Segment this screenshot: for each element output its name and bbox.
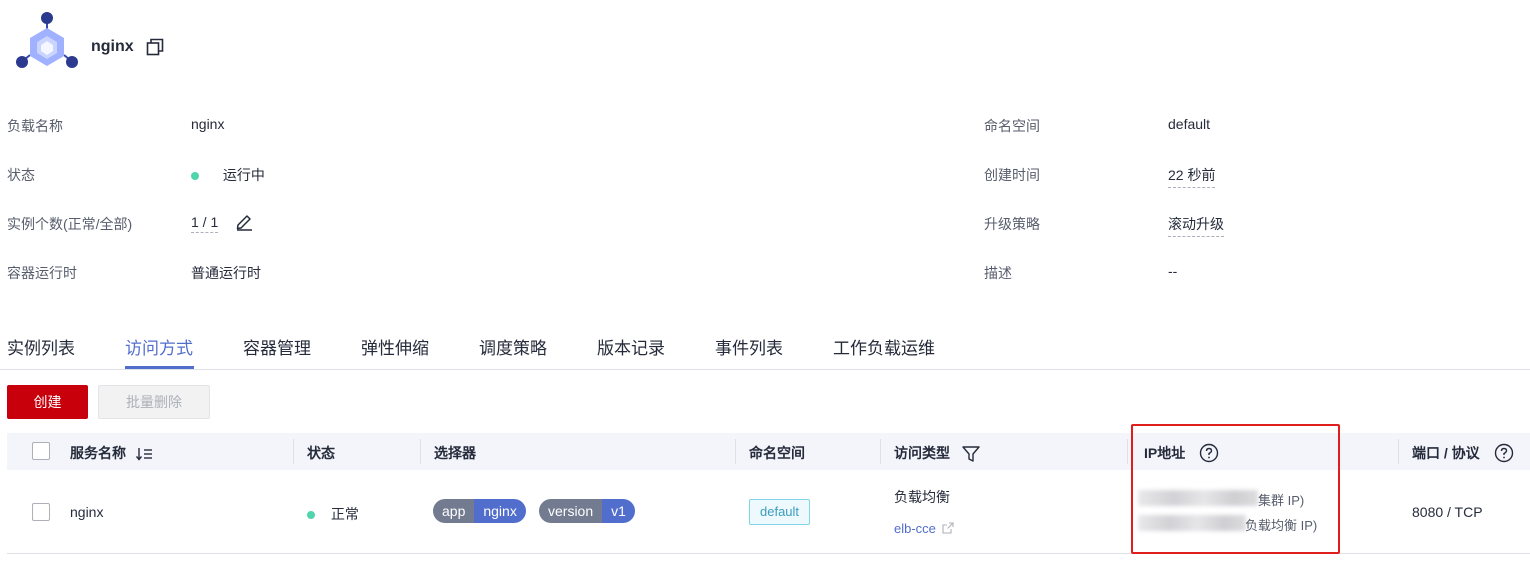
namespace-value: default	[1168, 116, 1211, 132]
row-checkbox[interactable]	[32, 503, 50, 521]
select-all-checkbox[interactable]	[32, 442, 50, 460]
status-dot-icon	[307, 511, 315, 520]
status-label: 状态	[7, 167, 35, 183]
header-status: 状态	[307, 445, 335, 461]
selector-tag-app: app nginx	[433, 499, 526, 523]
header-service-name[interactable]: 服务名称	[70, 443, 154, 463]
tab-ops[interactable]: 工作负载运维	[833, 334, 935, 359]
external-link-icon	[941, 522, 954, 534]
tab-instances[interactable]: 实例列表	[7, 334, 75, 359]
description-label: 描述	[984, 265, 1012, 281]
selector-value: v1	[602, 499, 635, 523]
created-label: 创建时间	[984, 167, 1040, 183]
load-name-value: nginx	[191, 116, 225, 132]
service-name-cell[interactable]: nginx	[70, 504, 103, 520]
create-button[interactable]: 创建	[7, 385, 88, 419]
selector-key: app	[433, 499, 475, 523]
namespace-label: 命名空间	[984, 118, 1040, 134]
header-selector: 选择器	[434, 445, 476, 461]
status-text: 运行中	[222, 167, 265, 183]
tab-scheduling[interactable]: 调度策略	[479, 334, 547, 359]
instances-label: 实例个数(正常/全部)	[7, 216, 133, 232]
status-dot-icon	[191, 172, 199, 181]
tab-containers[interactable]: 容器管理	[243, 334, 311, 359]
service-status-cell: 正常	[307, 504, 359, 524]
edit-icon[interactable]	[234, 211, 254, 231]
ip-highlight-box	[1131, 424, 1340, 554]
status-value: 运行中	[191, 165, 265, 185]
service-status-text: 正常	[330, 506, 359, 522]
access-type-cell: 负载均衡	[894, 489, 950, 505]
help-icon[interactable]	[1494, 443, 1514, 463]
created-value: 22 秒前	[1168, 165, 1216, 188]
tab-bar: 实例列表 访问方式 容器管理 弹性伸缩 调度策略 版本记录 事件列表 工作负载运…	[0, 330, 1530, 370]
namespace-tag: default	[749, 499, 811, 525]
runtime-value: 普通运行时	[191, 265, 261, 281]
batch-delete-button[interactable]: 批量删除	[98, 385, 210, 419]
copy-icon[interactable]	[146, 38, 164, 56]
header-namespace: 命名空间	[749, 445, 805, 461]
runtime-label: 容器运行时	[7, 265, 77, 281]
header-access-type: 访问类型	[894, 443, 980, 463]
upgrade-value: 滚动升级	[1168, 214, 1224, 237]
active-tab-indicator	[125, 366, 194, 369]
upgrade-label: 升级策略	[984, 216, 1040, 232]
filter-icon[interactable]	[962, 446, 980, 462]
tab-autoscaling[interactable]: 弹性伸缩	[361, 334, 429, 359]
workload-hexagon-icon	[16, 12, 78, 68]
header-port: 端口 / 协议	[1412, 443, 1514, 463]
selector-tag-version: version v1	[539, 499, 635, 523]
selector-key: version	[539, 499, 603, 523]
tab-events[interactable]: 事件列表	[715, 334, 783, 359]
instances-value: 1 / 1	[191, 214, 219, 233]
port-cell: 8080 / TCP	[1412, 504, 1483, 520]
load-name-label: 负载名称	[7, 118, 63, 134]
workload-name: nginx	[91, 38, 134, 55]
tab-versions[interactable]: 版本记录	[597, 334, 665, 359]
sort-icon[interactable]	[135, 447, 154, 461]
tab-access[interactable]: 访问方式	[125, 334, 193, 359]
description-value: --	[1168, 263, 1178, 279]
elb-link[interactable]: elb-cce	[894, 521, 954, 536]
selector-value: nginx	[474, 499, 526, 523]
